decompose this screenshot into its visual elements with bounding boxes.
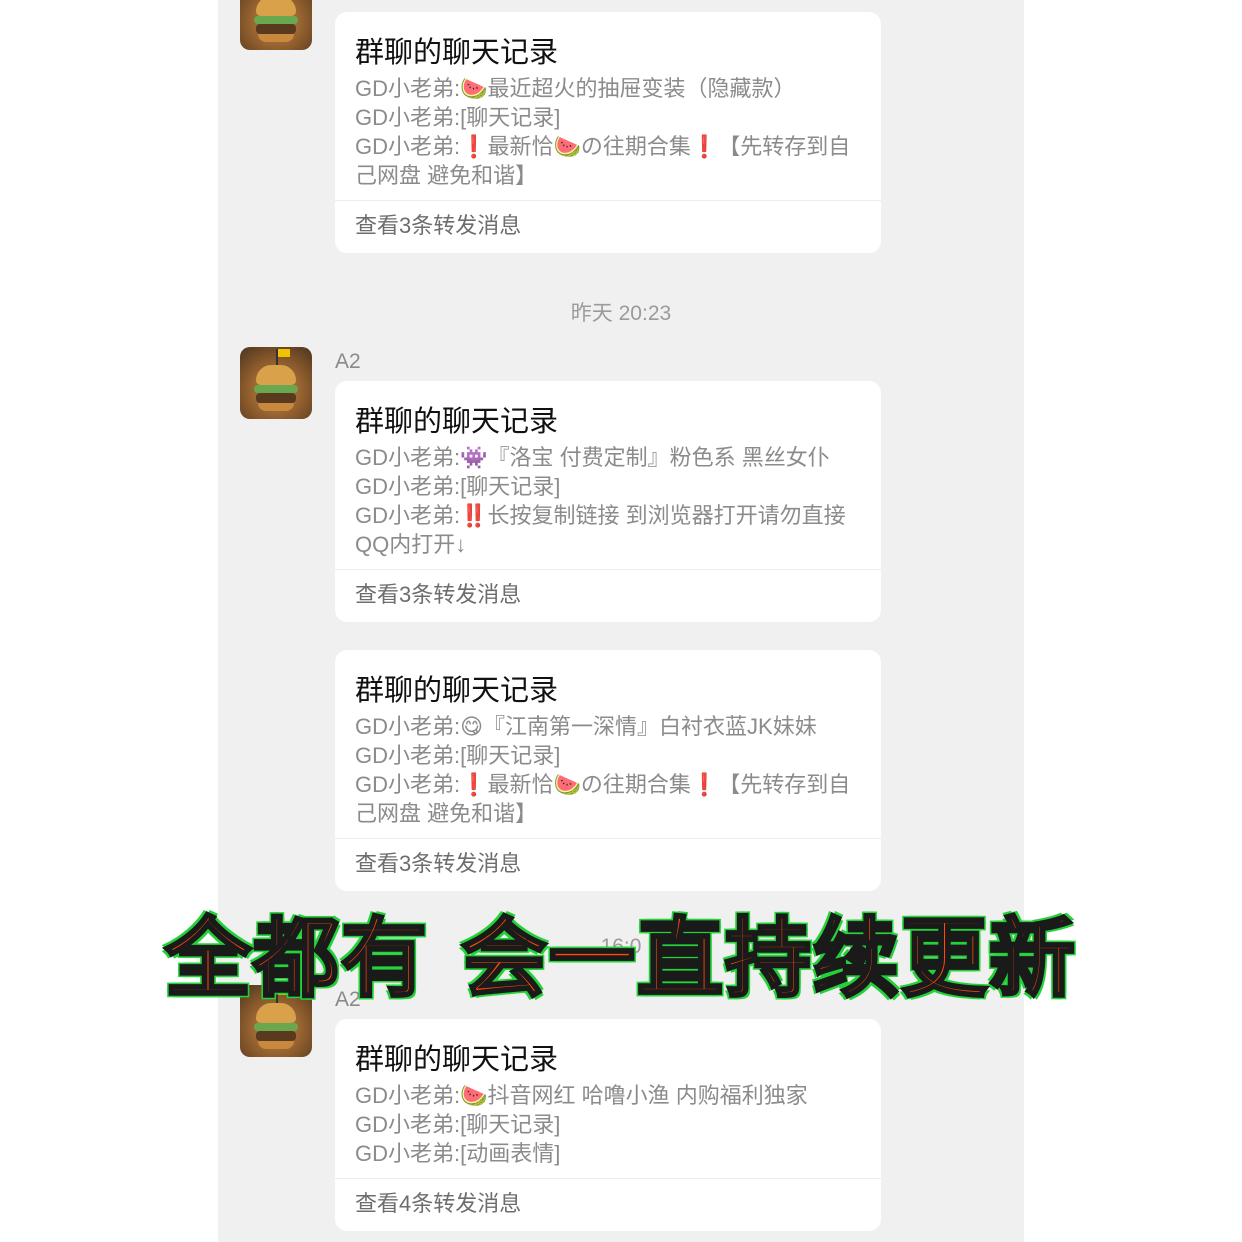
forwarded-chat-card[interactable]: 群聊的聊天记录 GD小老弟:🍉抖音网红 哈噜小渔 内购福利独家 GD小老弟:[聊… <box>335 1019 881 1231</box>
card-preview-line: GD小老弟:❗最新恰🍉の往期合集❗【先转存到自己网盘 避免和谐】 <box>355 134 851 188</box>
card-preview-line: GD小老弟:😋『江南第一深情』白衬衣蓝JK妹妹 <box>355 714 817 739</box>
card-preview-line: GD小老弟:[聊天记录] <box>355 105 561 130</box>
view-forwarded-messages[interactable]: 查看4条转发消息 <box>335 1178 881 1231</box>
view-forwarded-messages[interactable]: 查看3条转发消息 <box>335 569 881 622</box>
promo-overlay-text: 全都有 会一直持续更新 <box>164 908 1077 1011</box>
card-title: 群聊的聊天记录 <box>355 37 559 69</box>
forwarded-chat-card[interactable]: 群聊的聊天记录 GD小老弟:👾『洛宝 付费定制』粉色系 黑丝女仆 GD小老弟:[… <box>335 381 881 622</box>
card-preview-line: GD小老弟:🍉最近超火的抽屉变装（隐藏款） <box>355 76 796 101</box>
card-title: 群聊的聊天记录 <box>355 1044 559 1076</box>
message-timestamp: 昨天 20:23 <box>570 302 672 325</box>
forwarded-chat-card[interactable]: 群聊的聊天记录 GD小老弟:😋『江南第一深情』白衬衣蓝JK妹妹 GD小老弟:[聊… <box>335 650 881 891</box>
card-preview-line: GD小老弟:[聊天记录] <box>355 1112 561 1137</box>
card-preview-line: GD小老弟:🍉抖音网红 哈噜小渔 内购福利独家 <box>355 1083 808 1108</box>
card-preview-line: GD小老弟:❗最新恰🍉の往期合集❗【先转存到自己网盘 避免和谐】 <box>355 772 851 826</box>
sender-avatar[interactable] <box>240 347 312 419</box>
chat-view: 群聊的聊天记录 GD小老弟:🍉最近超火的抽屉变装（隐藏款） GD小老弟:[聊天记… <box>218 0 1024 1242</box>
view-forwarded-messages[interactable]: 查看3条转发消息 <box>335 200 881 253</box>
sender-avatar[interactable] <box>240 0 312 50</box>
sender-name: A2 <box>335 350 361 373</box>
card-preview-line: GD小老弟:[动画表情] <box>355 1141 561 1166</box>
view-forwarded-messages[interactable]: 查看3条转发消息 <box>335 838 881 891</box>
card-preview-line: GD小老弟:[聊天记录] <box>355 474 561 499</box>
card-preview-line: GD小老弟:‼️长按复制链接 到浏览器打开请勿直接QQ内打开↓ <box>355 503 846 557</box>
card-preview-line: GD小老弟:👾『洛宝 付费定制』粉色系 黑丝女仆 <box>355 445 830 470</box>
card-title: 群聊的聊天记录 <box>355 675 559 707</box>
card-preview-line: GD小老弟:[聊天记录] <box>355 743 561 768</box>
forwarded-chat-card[interactable]: 群聊的聊天记录 GD小老弟:🍉最近超火的抽屉变装（隐藏款） GD小老弟:[聊天记… <box>335 12 881 253</box>
card-title: 群聊的聊天记录 <box>355 406 559 438</box>
